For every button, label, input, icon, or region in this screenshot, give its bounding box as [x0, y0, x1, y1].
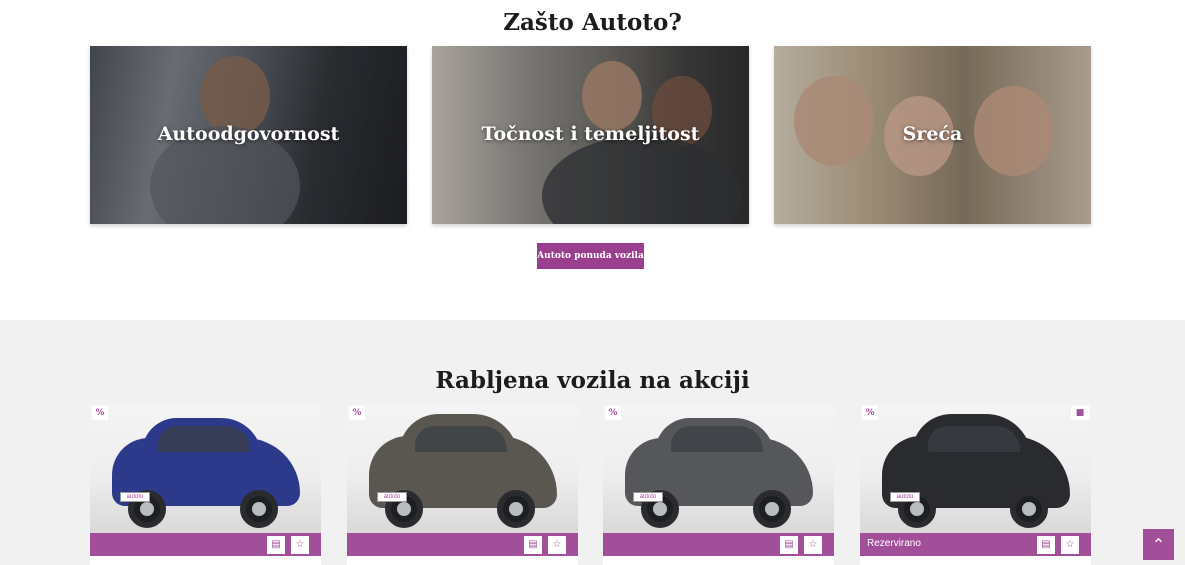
section-title-why: Zašto Autoto?: [503, 9, 682, 36]
vehicle-photo: autoto: [90, 404, 321, 533]
reserved-status: Rezervirano: [867, 538, 921, 549]
scroll-to-top-button[interactable]: ⌃: [1143, 529, 1174, 560]
vehicle-photo: autoto: [347, 404, 578, 533]
dealer-plate: autoto: [633, 492, 663, 502]
vehicle-card[interactable]: autoto % ■ Rezervirano ▤ ☆: [860, 404, 1091, 565]
video-camera-icon[interactable]: ■: [1071, 406, 1089, 420]
list-icon[interactable]: ▤: [524, 536, 542, 554]
car-window-shape: [415, 426, 507, 452]
vehicle-offer-button[interactable]: Autoto ponuda vozila: [537, 243, 644, 269]
list-icon[interactable]: ▤: [780, 536, 798, 554]
card-action-bar: [347, 533, 578, 556]
star-icon[interactable]: ☆: [548, 536, 566, 554]
wheel-shape: [497, 490, 535, 528]
vehicle-card[interactable]: autoto % ▤ ☆: [90, 404, 321, 565]
discount-badge: %: [92, 406, 108, 420]
car-window-shape: [928, 426, 1020, 452]
why-autoto-section: Zašto Autoto? Autoodgovornost Točnost i …: [0, 0, 1185, 320]
car-window-shape: [158, 426, 250, 452]
star-icon[interactable]: ☆: [804, 536, 822, 554]
vehicle-photo: autoto: [860, 404, 1091, 533]
wheel-shape: [753, 490, 791, 528]
list-icon[interactable]: ▤: [1037, 536, 1055, 554]
car-window-shape: [671, 426, 763, 452]
discount-badge: %: [605, 406, 621, 420]
discount-badge: %: [862, 406, 878, 420]
feature-label: Točnost i temeljitost: [481, 123, 700, 145]
wheel-shape: [240, 490, 278, 528]
feature-card-liability[interactable]: Autoodgovornost: [90, 46, 407, 224]
feature-label: Autoodgovornost: [157, 123, 340, 145]
vehicle-card[interactable]: autoto % ▤ ☆: [347, 404, 578, 565]
star-icon[interactable]: ☆: [1061, 536, 1079, 554]
list-icon[interactable]: ▤: [267, 536, 285, 554]
card-action-bar: [90, 533, 321, 556]
vehicle-photo: autoto: [603, 404, 834, 533]
vehicle-card[interactable]: autoto % ▤ ☆: [603, 404, 834, 565]
dealer-plate: autoto: [120, 492, 150, 502]
card-action-bar: [603, 533, 834, 556]
wheel-shape: [1010, 490, 1048, 528]
discount-badge: %: [349, 406, 365, 420]
section-title-sale: Rabljena vozila na akciji: [435, 367, 750, 394]
dealer-plate: autoto: [890, 492, 920, 502]
feature-card-accuracy[interactable]: Točnost i temeljitost: [432, 46, 749, 224]
card-action-bar: Rezervirano: [860, 533, 1091, 556]
feature-label: Sreća: [902, 123, 963, 145]
dealer-plate: autoto: [377, 492, 407, 502]
feature-card-happiness[interactable]: Sreća: [774, 46, 1091, 224]
star-icon[interactable]: ☆: [291, 536, 309, 554]
